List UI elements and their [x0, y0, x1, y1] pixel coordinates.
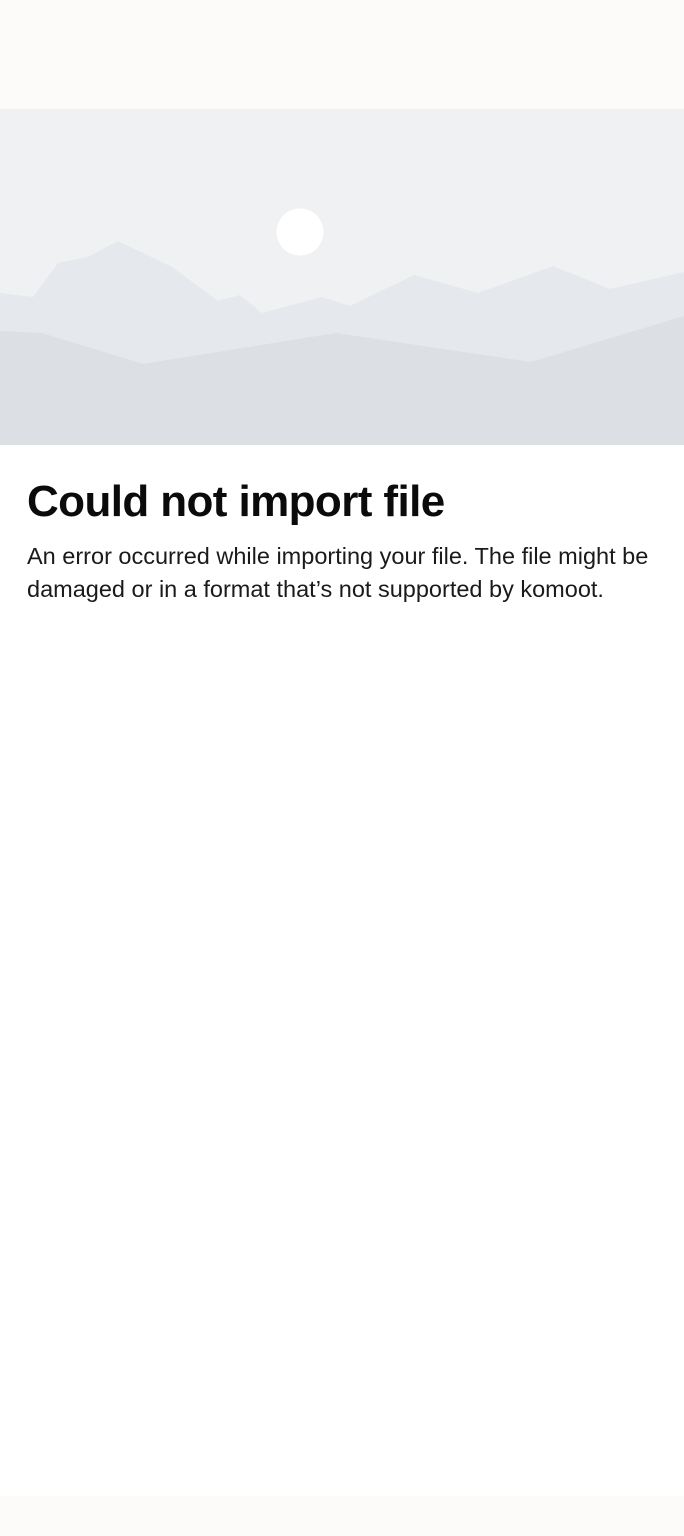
- mountain-illustration: [0, 109, 684, 445]
- error-title: Could not import file: [27, 477, 445, 526]
- error-message: An error occurred while importing your f…: [27, 543, 649, 602]
- error-content: Could not import file An error occurred …: [27, 474, 662, 606]
- bottom-bar: [0, 1496, 684, 1536]
- top-bar: [0, 0, 684, 109]
- sun-icon: [276, 208, 324, 256]
- mountain-landscape-icon: [0, 109, 684, 445]
